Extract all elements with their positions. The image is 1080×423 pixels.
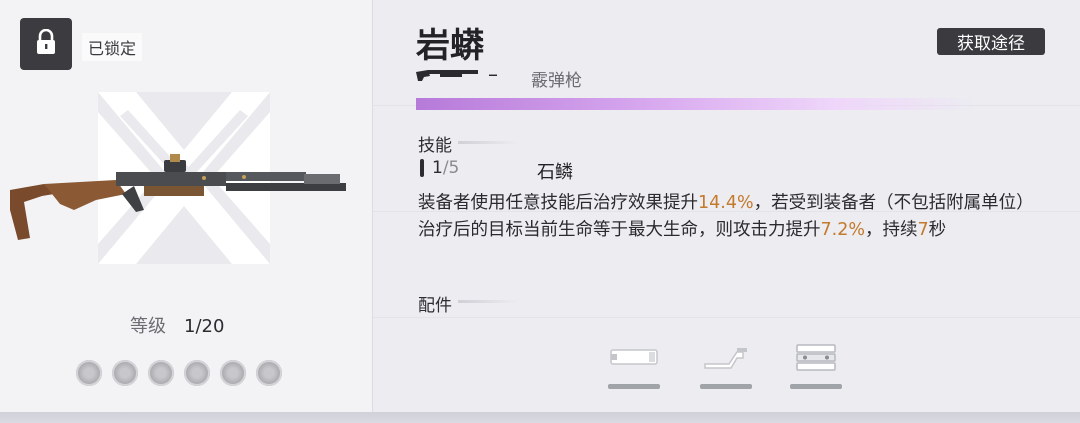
- desc-value: 7: [917, 220, 929, 240]
- parts-section-label: 配件: [418, 296, 452, 316]
- weapon-name: 岩蟒: [416, 26, 484, 66]
- part-slot-magazine[interactable]: [790, 340, 842, 389]
- star-icon: [76, 360, 102, 386]
- part-slot-bar: [790, 384, 842, 389]
- stock-icon: [700, 340, 752, 374]
- desc-text: 装备者使用任意技能后治疗效果提升: [418, 193, 698, 213]
- star-rating: [76, 360, 282, 386]
- level-row: 等级 1/20: [130, 312, 224, 338]
- skill-level-current: 1: [432, 158, 443, 178]
- skill-section-label: 技能: [418, 136, 452, 156]
- skill-level-pip: [420, 159, 424, 177]
- lock-button[interactable]: [20, 18, 72, 70]
- star-icon: [184, 360, 210, 386]
- star-icon: [112, 360, 138, 386]
- part-slot-bar: [700, 384, 752, 389]
- weapon-silhouette-icon: [416, 67, 478, 86]
- level-label: 等级: [130, 316, 166, 337]
- desc-text: 秒: [928, 220, 947, 240]
- part-slot-muzzle[interactable]: [608, 340, 660, 389]
- rarity-bar: [416, 98, 976, 110]
- part-slot-bar: [608, 384, 660, 389]
- lock-icon: [35, 28, 57, 59]
- weapon-type: 霰弹枪: [531, 71, 582, 91]
- skill-level: 1/5: [420, 158, 459, 178]
- type-separator: –: [488, 62, 498, 86]
- desc-text: ，持续: [864, 220, 918, 240]
- desc-value: 14.4%: [698, 193, 754, 213]
- star-icon: [148, 360, 174, 386]
- level-value: 1/20: [184, 316, 225, 337]
- section-divider: [458, 300, 518, 303]
- part-slot-stock[interactable]: [700, 340, 752, 389]
- skill-description: 装备者使用任意技能后治疗效果提升14.4%，若受到装备者（不包括附属单位）治疗后…: [418, 190, 1050, 244]
- weapon-preview-panel: 已锁定 等级 1/20: [0, 0, 373, 412]
- weapon-image: [4, 150, 354, 254]
- section-divider: [458, 141, 518, 144]
- skill-name: 石鳞: [537, 162, 573, 183]
- muzzle-icon: [608, 340, 660, 374]
- star-icon: [256, 360, 282, 386]
- bottom-strip: [0, 412, 1080, 423]
- lock-status-label: 已锁定: [82, 33, 143, 61]
- desc-value: 7.2%: [820, 220, 865, 240]
- acquisition-source-button[interactable]: 获取途径: [937, 28, 1045, 55]
- star-icon: [220, 360, 246, 386]
- magazine-icon: [790, 340, 842, 374]
- skill-level-max: /5: [442, 158, 460, 178]
